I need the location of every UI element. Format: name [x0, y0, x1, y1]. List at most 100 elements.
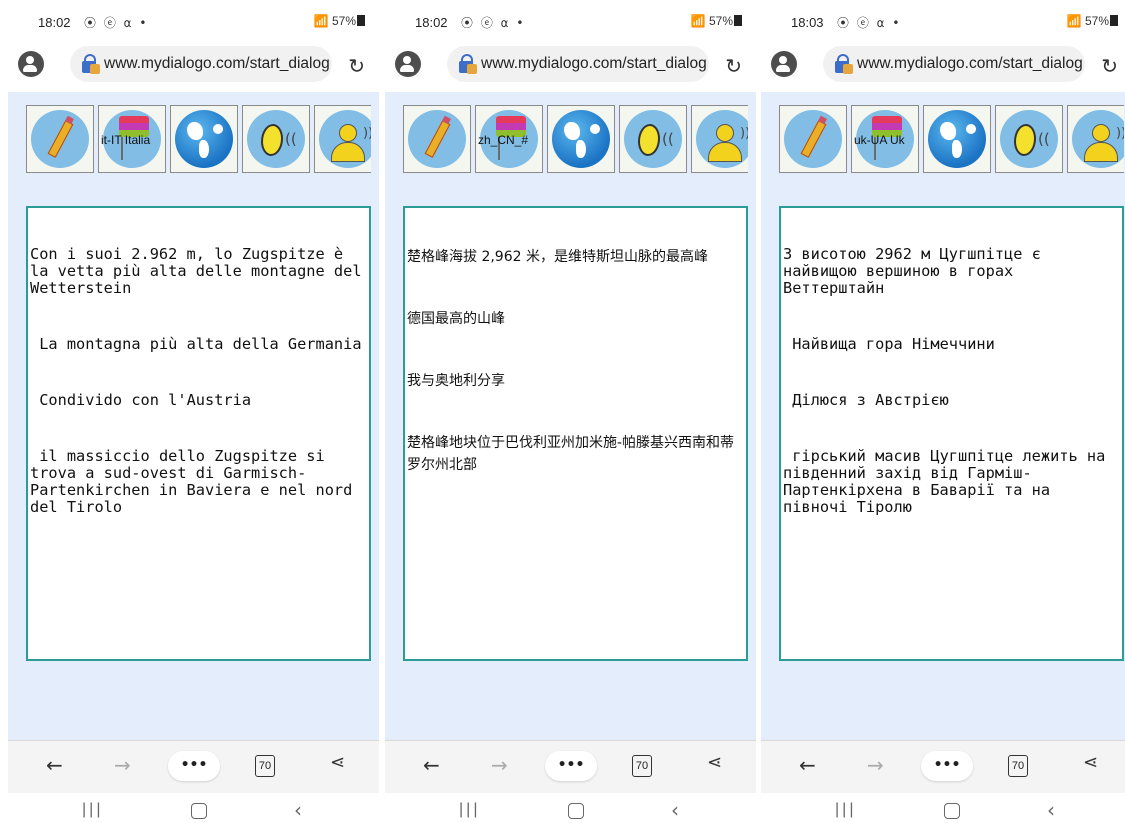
- system-back-icon[interactable]: ‹: [1047, 798, 1055, 822]
- web-page: uk-UA Uk (( )) З висотою 2962 м Цугшпітц…: [761, 92, 1125, 740]
- battery-level: 57%: [331, 14, 356, 28]
- browser-address-bar: www.mydialogo.com/start_dialog ↻: [385, 42, 756, 86]
- pencil-icon: [408, 110, 466, 168]
- dialog-paragraph: 我与奥地利分享: [407, 373, 505, 389]
- recents-icon[interactable]: |||: [459, 801, 480, 819]
- browser-address-bar: www.mydialogo.com/start_dialog ↻: [8, 42, 379, 86]
- share-icon[interactable]: ⋖: [1083, 752, 1098, 773]
- dialog-toolbar: zh_CN_# (( )): [403, 105, 748, 175]
- back-arrow-icon[interactable]: ←: [46, 753, 63, 777]
- dialog-paragraph: З висотою 2962 м Цугшпітце є найвищою ве…: [783, 245, 1051, 297]
- speak-button[interactable]: )): [314, 105, 371, 173]
- ear-icon: ((: [624, 110, 682, 168]
- language-label: uk-UA Uk: [854, 133, 905, 147]
- recents-icon[interactable]: |||: [835, 801, 856, 819]
- listen-button[interactable]: ((: [995, 105, 1063, 173]
- back-arrow-icon[interactable]: ←: [799, 753, 816, 777]
- globe-icon: [552, 110, 610, 168]
- url-text[interactable]: www.mydialogo.com/start_dialog: [104, 55, 330, 73]
- dialog-toolbar: it-IT Italia (( )): [26, 105, 371, 175]
- dialog-paragraph: La montagna più alta della Germania: [30, 335, 362, 353]
- globe-icon: [928, 110, 986, 168]
- dialog-text-area[interactable]: Con i suoi 2.962 m, lo Zugspitze è la ve…: [26, 206, 371, 661]
- language-button[interactable]: uk-UA Uk: [851, 105, 919, 173]
- dialog-text-area[interactable]: 楚格峰海拔 2,962 米，是维特斯坦山脉的最高峰 德国最高的山峰 我与奥地利分…: [403, 206, 748, 661]
- status-time: 18:03: [791, 15, 824, 30]
- back-arrow-icon[interactable]: ←: [423, 753, 440, 777]
- system-navigation-bar: ||| ‹: [761, 793, 1125, 823]
- forward-arrow-icon[interactable]: →: [491, 753, 508, 777]
- url-field[interactable]: www.mydialogo.com/start_dialog: [447, 46, 709, 82]
- url-text[interactable]: www.mydialogo.com/start_dialog: [481, 55, 707, 73]
- speak-button[interactable]: )): [1067, 105, 1124, 173]
- reload-icon[interactable]: ↻: [1101, 54, 1118, 78]
- browser-bottom-bar: ← → ••• 70 ⋖: [8, 740, 379, 793]
- pencil-icon: [784, 110, 842, 168]
- more-button[interactable]: •••: [921, 751, 973, 781]
- profile-icon[interactable]: [18, 51, 44, 77]
- home-icon[interactable]: [191, 803, 207, 819]
- edit-button[interactable]: [26, 105, 94, 173]
- reload-icon[interactable]: ↻: [348, 54, 365, 78]
- translate-button[interactable]: [923, 105, 991, 173]
- edit-button[interactable]: [403, 105, 471, 173]
- web-page: it-IT Italia (( )) Con i suoi 2.962 m, l…: [8, 92, 379, 740]
- language-button[interactable]: it-IT Italia: [98, 105, 166, 173]
- reload-icon[interactable]: ↻: [725, 54, 742, 78]
- lock-icon[interactable]: [833, 53, 855, 75]
- status-time: 18:02: [415, 15, 448, 30]
- tabs-button[interactable]: 70: [1008, 755, 1028, 777]
- lock-icon[interactable]: [457, 53, 479, 75]
- battery-icon: [357, 15, 365, 26]
- url-field[interactable]: www.mydialogo.com/start_dialog: [823, 46, 1085, 82]
- listen-button[interactable]: ((: [242, 105, 310, 173]
- share-icon[interactable]: ⋖: [330, 752, 345, 773]
- more-button[interactable]: •••: [168, 751, 220, 781]
- speak-button[interactable]: )): [691, 105, 748, 173]
- status-indicators: 📶 57%: [691, 14, 742, 28]
- more-button[interactable]: •••: [545, 751, 597, 781]
- notification-icons: ⦿ ⓔ ⍺ •: [84, 16, 149, 30]
- battery-icon: [1110, 15, 1118, 26]
- language-button[interactable]: zh_CN_#: [475, 105, 543, 173]
- system-back-icon[interactable]: ‹: [294, 798, 302, 822]
- ear-icon: ((: [1000, 110, 1058, 168]
- wifi-icon: 📶: [313, 14, 329, 28]
- speaker-person-icon: )): [696, 110, 748, 168]
- edit-button[interactable]: [779, 105, 847, 173]
- lock-icon[interactable]: [80, 53, 102, 75]
- url-field[interactable]: www.mydialogo.com/start_dialog: [70, 46, 332, 82]
- battery-level: 57%: [708, 14, 733, 28]
- forward-arrow-icon[interactable]: →: [867, 753, 884, 777]
- phone-screen-3: 18:03 ⦿ ⓔ ⍺ • 📶 57% www.mydialogo.com/st…: [761, 0, 1125, 823]
- home-icon[interactable]: [944, 803, 960, 819]
- tabs-button[interactable]: 70: [255, 755, 275, 777]
- dialog-text-area[interactable]: З висотою 2962 м Цугшпітце є найвищою ве…: [779, 206, 1124, 661]
- home-icon[interactable]: [568, 803, 584, 819]
- share-icon[interactable]: ⋖: [707, 752, 722, 773]
- notification-icons: ⦿ ⓔ ⍺ •: [837, 16, 902, 30]
- tabs-button[interactable]: 70: [632, 755, 652, 777]
- translate-button[interactable]: [547, 105, 615, 173]
- status-bar: 18:02 ⦿ ⓔ ⍺ • 📶 57%: [385, 0, 756, 40]
- battery-level: 57%: [1084, 14, 1109, 28]
- status-indicators: 📶 57%: [314, 14, 365, 28]
- profile-icon[interactable]: [395, 51, 421, 77]
- listen-button[interactable]: ((: [619, 105, 687, 173]
- profile-icon[interactable]: [771, 51, 797, 77]
- forward-arrow-icon[interactable]: →: [114, 753, 131, 777]
- dialog-paragraph: Con i suoi 2.962 m, lo Zugspitze è la ve…: [30, 245, 371, 297]
- system-back-icon[interactable]: ‹: [671, 798, 679, 822]
- speaker-person-icon: )): [1072, 110, 1124, 168]
- wifi-icon: 📶: [1066, 14, 1082, 28]
- dialog-paragraph: 楚格峰地块位于巴伐利亚州加米施-帕滕基兴西南和蒂罗尔州北部: [407, 435, 735, 473]
- phone-screen-2: 18:02 ⦿ ⓔ ⍺ • 📶 57% www.mydialogo.com/st…: [385, 0, 756, 823]
- ear-icon: ((: [247, 110, 305, 168]
- web-page: zh_CN_# (( )) 楚格峰海拔 2,962 米，是维特斯坦山脉的最高峰 …: [385, 92, 756, 740]
- url-text[interactable]: www.mydialogo.com/start_dialog: [857, 55, 1083, 73]
- translate-button[interactable]: [170, 105, 238, 173]
- status-bar: 18:03 ⦿ ⓔ ⍺ • 📶 57%: [761, 0, 1125, 40]
- status-indicators: 📶 57%: [1067, 14, 1118, 28]
- recents-icon[interactable]: |||: [82, 801, 103, 819]
- dialog-paragraph: 德国最高的山峰: [407, 311, 505, 327]
